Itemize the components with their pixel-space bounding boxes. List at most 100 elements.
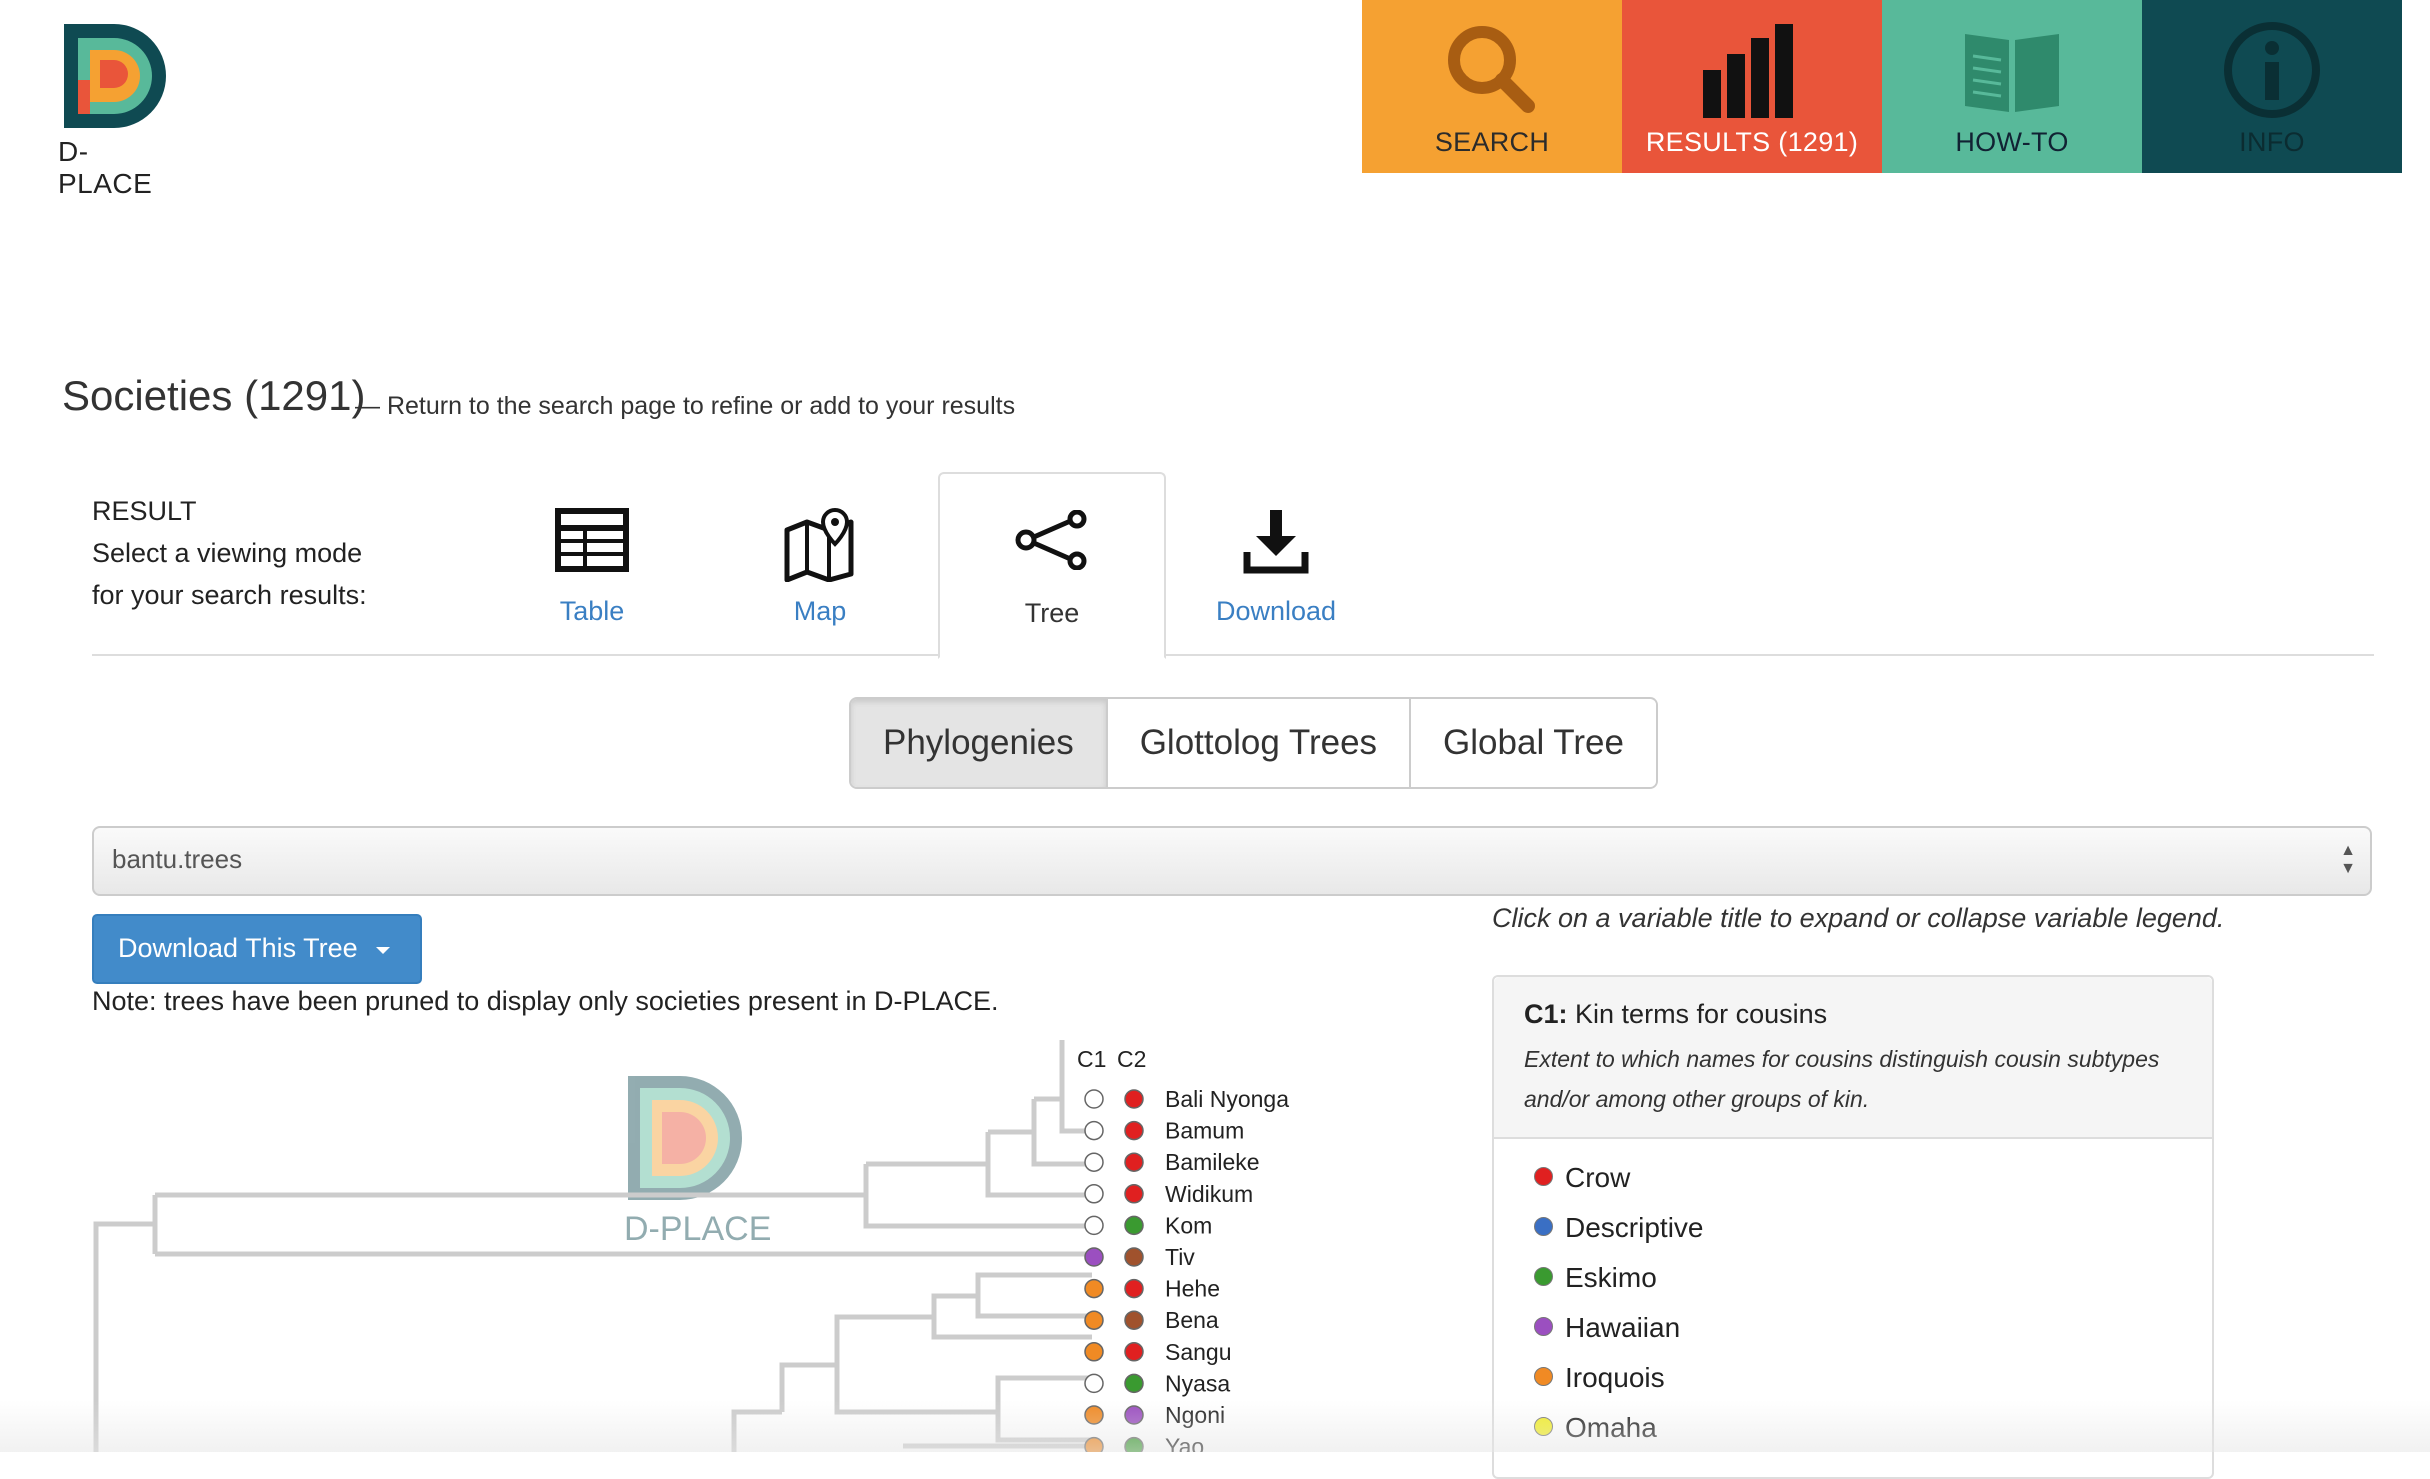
tip-label[interactable]: Nyasa <box>1165 1370 1230 1396</box>
view-tab-download[interactable]: Download <box>1164 472 1388 655</box>
tip-c1-marker <box>1084 1310 1104 1330</box>
tip-label[interactable]: Widikum <box>1165 1181 1253 1207</box>
nav-info[interactable]: INFO <box>2142 0 2402 173</box>
nav-results[interactable]: RESULTS (1291) <box>1622 0 1882 173</box>
dplace-logo[interactable]: D-PLACE <box>52 18 182 199</box>
tip-c2-marker <box>1124 1184 1144 1204</box>
pruning-note: Note: trees have been pruned to display … <box>92 986 999 1016</box>
tip-c2-marker <box>1124 1310 1144 1330</box>
legend-item-label: Crow <box>1565 1162 1631 1193</box>
tip-label[interactable]: Tiv <box>1165 1244 1195 1270</box>
result-title: RESULT <box>92 496 197 526</box>
legend-color-dot <box>1534 1317 1553 1336</box>
legend-item-label: Eskimo <box>1565 1262 1657 1293</box>
view-tab-download-label: Download <box>1215 596 1337 626</box>
tip-c1-marker <box>1084 1405 1104 1425</box>
legend-item: Descriptive <box>1534 1212 1703 1244</box>
legend-variable-name: Kin terms for cousins <box>1575 999 1828 1029</box>
legend-color-dot <box>1534 1367 1553 1386</box>
tip-c2-marker <box>1124 1342 1144 1362</box>
book-icon <box>1965 34 2059 112</box>
result-line-2: Select a viewing mode <box>92 538 363 568</box>
tree-file-select[interactable]: bantu.trees ▲ ▼ <box>92 826 2372 896</box>
dplace-watermark: D-PLACE <box>624 1076 771 1248</box>
dplace-logo-mark <box>60 20 172 132</box>
tip-c2-marker <box>1124 1215 1144 1236</box>
tip-label[interactable]: Yao <box>1165 1434 1204 1452</box>
tip-c1-marker <box>1084 1373 1104 1394</box>
view-tab-tree[interactable]: Tree <box>938 472 1166 659</box>
nav-search-label: SEARCH <box>1434 127 1550 157</box>
variable-legend: C1: Kin terms for cousins Extent to whic… <box>1492 975 2214 1479</box>
legend-item: Omaha <box>1534 1412 1657 1444</box>
tip-label[interactable]: Hehe <box>1165 1276 1220 1302</box>
tree-type-global[interactable]: Global Tree <box>1411 699 1656 787</box>
result-instructions: RESULT Select a viewing mode for your se… <box>92 490 367 616</box>
legend-color-dot <box>1534 1267 1553 1286</box>
tip-c1-marker <box>1084 1342 1104 1362</box>
nav-info-label: INFO <box>2239 127 2305 157</box>
tip-c2-marker <box>1124 1152 1144 1172</box>
tip-label[interactable]: Ngoni <box>1165 1402 1225 1428</box>
caret-down-icon <box>376 947 390 954</box>
view-tab-map[interactable]: Map <box>708 472 932 655</box>
nav-search[interactable]: SEARCH <box>1362 0 1622 173</box>
legend-item-label: Descriptive <box>1565 1212 1704 1243</box>
legend-variable-code: C1: <box>1524 999 1568 1029</box>
tip-c2-marker <box>1124 1247 1144 1267</box>
view-tab-tree-label: Tree <box>1024 598 1080 628</box>
column-header-c2: C2 <box>1117 1046 1146 1072</box>
download-tree-button-label: Download This Tree <box>118 933 358 963</box>
tip-c2-marker <box>1124 1373 1144 1394</box>
select-arrows-icon: ▲ ▼ <box>2340 842 2356 877</box>
tip-label[interactable]: Bena <box>1165 1307 1219 1333</box>
tip-c1-marker <box>1084 1120 1104 1141</box>
tip-label[interactable]: Kom <box>1165 1212 1212 1238</box>
legend-color-dot <box>1534 1417 1553 1436</box>
tree-tips: C1 C2 Bali Nyonga Bamum Bamileke Widikum Kom… <box>1077 1046 1289 1452</box>
tip-c1-marker <box>1084 1247 1104 1267</box>
tip-c2-marker <box>1124 1089 1144 1109</box>
tree-type-selector: Phylogenies Glottolog Trees Global Tree <box>849 697 1658 789</box>
tip-c1-marker <box>1084 1089 1104 1109</box>
page-title: Societies (1291) <box>62 372 366 419</box>
logo-wordmark: D-PLACE <box>58 136 153 199</box>
download-tree-button[interactable]: Download This Tree <box>92 914 422 984</box>
page-subtitle-link[interactable]: — Return to the search page to refine or… <box>355 392 1015 421</box>
info-icon <box>2224 22 2320 118</box>
search-icon <box>1448 26 1535 113</box>
tree-type-glottolog[interactable]: Glottolog Trees <box>1107 699 1412 787</box>
legend-header[interactable]: C1: Kin terms for cousins Extent to whic… <box>1494 977 2212 1139</box>
legend-variable-title[interactable]: C1: Kin terms for cousins <box>1524 999 1827 1030</box>
view-tab-table-label: Table <box>559 596 625 626</box>
view-tab-map-label: Map <box>793 596 847 626</box>
legend-item: Iroquois <box>1534 1362 1665 1394</box>
nav-howto[interactable]: HOW-TO <box>1882 0 2142 173</box>
tip-label[interactable]: Bali Nyonga <box>1165 1086 1289 1112</box>
nav-results-label: RESULTS (1291) <box>1645 127 1859 157</box>
tip-label[interactable]: Sangu <box>1165 1339 1232 1365</box>
tip-c1-marker <box>1084 1436 1104 1452</box>
legend-color-dot <box>1534 1167 1553 1186</box>
view-tab-table[interactable]: Table <box>480 472 704 655</box>
legend-item: Eskimo <box>1534 1262 1657 1294</box>
tip-c2-marker <box>1124 1436 1144 1452</box>
legend-variable-description: Extent to which names for cousins distin… <box>1524 1046 2160 1112</box>
tip-label[interactable]: Bamum <box>1165 1118 1244 1144</box>
table-icon <box>555 508 629 572</box>
tip-c1-marker <box>1084 1184 1104 1204</box>
bar-chart-icon <box>1703 24 1793 118</box>
nav-howto-label: HOW-TO <box>1955 127 2069 157</box>
tip-c2-marker <box>1124 1405 1144 1425</box>
result-line-3: for your search results: <box>92 580 367 610</box>
watermark-word: D-PLACE <box>624 1210 771 1248</box>
tree-branches <box>93 1040 1092 1452</box>
tip-c2-marker <box>1124 1120 1144 1141</box>
tree-share-icon <box>1015 510 1087 570</box>
legend-item-label: Omaha <box>1565 1412 1657 1443</box>
phylogeny-tree: D-PLACE C1 C2 Bali Nyonga Bamum Bamileke Wi… <box>93 1040 1289 1452</box>
tree-type-phylogenies[interactable]: Phylogenies <box>851 699 1108 787</box>
tip-c2-marker <box>1124 1278 1144 1299</box>
tip-c1-marker <box>1084 1278 1104 1299</box>
tip-label[interactable]: Bamileke <box>1165 1149 1260 1175</box>
